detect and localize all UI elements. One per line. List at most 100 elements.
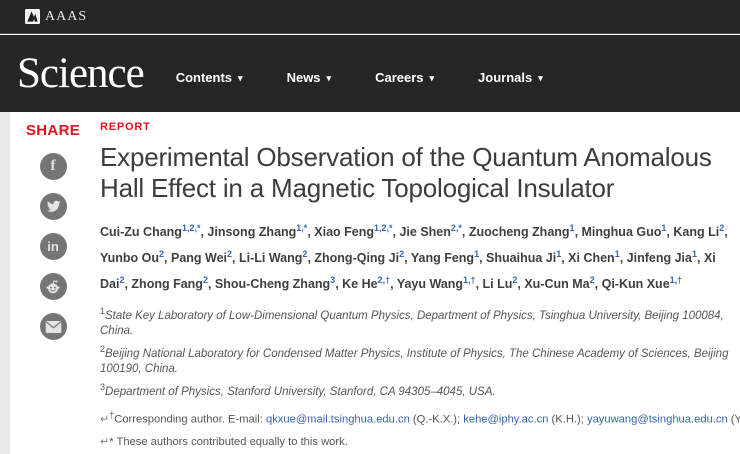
chevron-down-icon: ▾	[538, 73, 543, 83]
author-name: Xiao Feng	[314, 225, 374, 240]
affiliation-item: 2Beijing National Laboratory for Condens…	[100, 342, 736, 377]
author-name: Jinsong Zhang	[207, 225, 297, 240]
author-name: Jie Shen	[399, 225, 451, 240]
twitter-share-button[interactable]	[39, 193, 67, 220]
author-separator: ,	[404, 251, 411, 266]
aaas-label: AAAS	[45, 8, 88, 24]
email-link[interactable]: kehe@iphy.ac.cn	[463, 414, 548, 426]
affiliation-item: 3Department of Physics, Stanford Univers…	[100, 380, 736, 400]
email-suffix: (K.H.);	[548, 413, 587, 426]
email-suffix: (Y.W.)	[730, 413, 740, 426]
science-article-page: AAAS Science Contents ▾ News ▾ Careers ▾ Journ…	[0, 0, 740, 454]
chevron-down-icon: ▾	[326, 73, 332, 83]
author-separator: ,	[164, 251, 171, 266]
share-label: SHARE	[26, 122, 81, 139]
author-separator: ,	[724, 225, 728, 240]
author-name: Yayu Wang	[396, 277, 464, 292]
author-separator: ,	[696, 251, 704, 266]
nav-item-news[interactable]: News ▾	[287, 70, 332, 85]
author-separator: ,	[232, 251, 239, 266]
affiliation-text: Department of Physics, Stanford Universi…	[105, 385, 496, 398]
nav-item-label: Journals	[478, 70, 533, 85]
nav-item-label: News	[286, 70, 321, 85]
share-column: SHARE f in	[26, 122, 80, 340]
email-link[interactable]: qkxue@mail.tsinghua.edu.cn	[266, 414, 410, 426]
author-separator: ,	[475, 277, 483, 292]
article-type-kicker: REPORT	[100, 121, 151, 133]
author-name: Pang Wei	[171, 251, 228, 266]
linkedin-icon: in	[47, 239, 59, 254]
corresponding-author-note: ↵†Corresponding author. E-mail: qkxue@ma…	[100, 408, 740, 427]
author-affiliation-sup[interactable]: 1,2,*	[374, 223, 393, 233]
corresponding-prefix: Corresponding author. E-mail:	[114, 413, 266, 426]
email-suffix: (Q.-K.X.);	[409, 413, 464, 426]
author-separator: ,	[619, 251, 627, 266]
affiliation-item: 1State Key Laboratory of Low-Dimensional…	[100, 304, 736, 339]
author-affiliation-sup[interactable]: 2,†	[378, 275, 391, 285]
author-separator: ,	[479, 251, 487, 266]
email-share-button[interactable]	[39, 313, 67, 340]
aaas-topbar: AAAS	[0, 0, 740, 34]
author-affiliation-sup[interactable]: 1,*	[296, 223, 307, 233]
author-name: Cui-Zu Chang	[100, 225, 182, 240]
article-title: Experimental Observation of the Quantum …	[100, 142, 712, 203]
equal-note-text: These authors contributed equally to thi…	[113, 435, 348, 448]
author-name: Li-Li Wang	[239, 251, 303, 266]
author-name: Shuaihua Ji	[486, 251, 557, 266]
author-separator: ,	[574, 225, 582, 240]
affiliation-text: State Key Laboratory of Low-Dimensional …	[100, 310, 724, 338]
author-name: Li Lu	[482, 277, 513, 292]
author-name: Xu-Cun Ma	[524, 277, 590, 292]
main-nav: Contents ▾ News ▾ Careers ▾ Journals ▾	[176, 70, 587, 85]
email-link[interactable]: yayuwang@tsinghua.edu.cn	[587, 414, 728, 426]
chevron-down-icon: ▾	[238, 73, 243, 83]
aaas-logo-icon	[25, 9, 40, 24]
author-name: Zuocheng Zhang	[468, 225, 570, 240]
author-name: Zhong Fang	[131, 277, 203, 292]
article-body: SHARE f in REPORT Experimental Observatio…	[0, 112, 740, 454]
author-affiliation-sup[interactable]: 1,2,*	[182, 223, 201, 233]
author-name: Kang Li	[673, 225, 720, 240]
author-name: Minghua Guo	[581, 225, 662, 240]
email-icon	[45, 320, 61, 333]
article-column: REPORT Experimental Observation of the Q…	[100, 121, 740, 454]
nav-item-journals[interactable]: Journals ▾	[478, 70, 543, 85]
facebook-share-button[interactable]: f	[39, 153, 67, 180]
back-reference-icon[interactable]: ↵	[100, 414, 109, 426]
author-affiliation-sup[interactable]: 2,*	[451, 223, 462, 233]
equal-contribution-note: ↵* These authors contributed equally to …	[100, 435, 736, 449]
author-name: Zhong-Qing Ji	[314, 251, 400, 266]
author-name: Yunbo Ou	[100, 251, 160, 266]
twitter-icon	[46, 200, 61, 212]
share-icon-list: f in	[39, 153, 67, 340]
author-affiliation-sup[interactable]: 1,†	[670, 275, 683, 285]
reddit-share-button[interactable]	[39, 273, 67, 300]
author-name: Xi Chen	[568, 251, 615, 266]
author-name: Yang Feng	[410, 251, 475, 266]
science-logo-link[interactable]: Science	[17, 52, 145, 95]
affiliation-text: Beijing National Laboratory for Condense…	[100, 348, 729, 376]
science-masthead: Science Contents ▾ News ▾ Careers ▾ Journals ▾	[0, 35, 740, 112]
author-list: Cui-Zu Chang1,2,*, Jinsong Zhang1,*, Xia…	[100, 217, 736, 295]
author-name: Jinfeng Jia	[626, 251, 692, 266]
chevron-down-icon: ▾	[429, 73, 435, 83]
nav-item-contents[interactable]: Contents ▾	[176, 70, 243, 85]
author-separator: ,	[207, 277, 215, 292]
nav-item-label: Careers	[375, 70, 424, 85]
nav-item-label: Contents	[175, 70, 233, 85]
author-name: Shou-Cheng Zhang	[214, 277, 331, 292]
affiliation-list: 1State Key Laboratory of Low-Dimensional…	[100, 304, 736, 399]
aaas-logo-link[interactable]: AAAS	[25, 9, 87, 25]
linkedin-share-button[interactable]: in	[39, 233, 67, 260]
author-separator: ,	[594, 277, 602, 292]
left-gutter-strip	[0, 112, 10, 454]
author-name: Qi-Kun Xue	[601, 277, 670, 292]
author-name: Ke He	[342, 277, 378, 292]
facebook-icon: f	[50, 158, 56, 174]
author-affiliation-sup[interactable]: 1,†	[463, 275, 476, 285]
reddit-icon	[46, 279, 60, 293]
back-reference-icon[interactable]: ↵	[100, 436, 109, 448]
author-separator: ,	[461, 225, 469, 240]
author-separator: ,	[390, 277, 397, 292]
nav-item-careers[interactable]: Careers ▾	[375, 70, 434, 85]
